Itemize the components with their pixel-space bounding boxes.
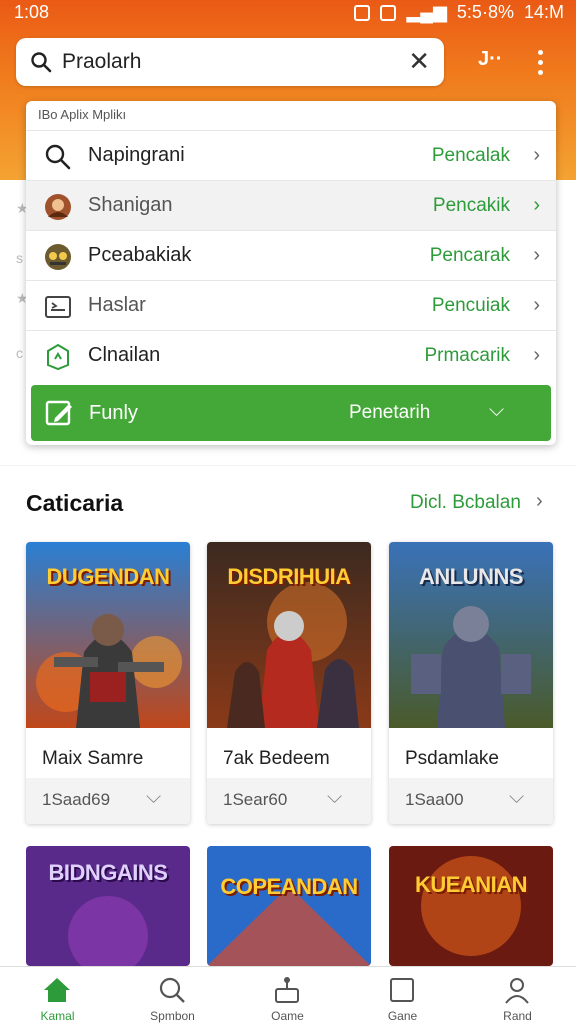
suggestion-label: Haslar xyxy=(88,294,146,316)
cover-title: KUEANIAN xyxy=(414,872,528,897)
highlight-action[interactable]: Penetarih xyxy=(349,402,430,424)
joystick-icon xyxy=(275,977,299,1003)
chevron-right-icon: › xyxy=(533,194,540,216)
avatar-icon xyxy=(45,194,71,220)
cover-title: DISDRIHUIA xyxy=(227,564,351,589)
suggestion-row[interactable]: Pceabakiak Pencarak › xyxy=(26,230,556,280)
game-card[interactable]: DISDRIHUIA 7ak Bedeem 1Sear60 ⌵ xyxy=(207,542,371,824)
game-card[interactable]: KUEANIAN xyxy=(389,846,553,966)
suggestion-label: Shanigan xyxy=(88,194,173,216)
suggestion-label: Pceabakiak xyxy=(88,244,192,266)
nav-label: Rand xyxy=(503,1009,532,1023)
nav-label: Oame xyxy=(271,1009,304,1023)
status-bar: 1:08 ▂▄▆ 5:5·8% 14:M xyxy=(0,0,576,26)
search-icon xyxy=(31,52,52,73)
game-card[interactable]: BIDNGAINS xyxy=(26,846,190,966)
game-meta: 1Sear60 xyxy=(223,790,288,809)
game-cover-image xyxy=(207,846,371,966)
suggestion-row[interactable]: Clnailan Prmacarik › xyxy=(26,330,556,380)
suggestion-row[interactable]: Napingrani Pencalak › xyxy=(26,130,556,180)
nav-item-square[interactable]: Gane xyxy=(345,967,460,1024)
chevron-right-icon: › xyxy=(533,244,540,266)
search-input[interactable]: Praolarh xyxy=(62,50,141,74)
status-icons: ▂▄▆ 5:5·8% 14:M xyxy=(354,2,564,23)
suggestion-action[interactable]: Pencarak xyxy=(430,245,510,267)
search-bar[interactable]: Praolarh ✕ xyxy=(16,38,444,86)
cover-title: COPEANDAN xyxy=(220,874,358,899)
message-icon xyxy=(380,4,397,21)
chevron-down-icon[interactable]: ⌵ xyxy=(509,786,524,809)
card-footer: 1Saad69 ⌵ xyxy=(26,778,190,824)
suggestion-row[interactable]: Haslar Pencuiak › xyxy=(26,280,556,330)
notification-icon xyxy=(354,4,371,21)
suggestion-label: Clnailan xyxy=(88,344,161,366)
game-card[interactable]: COPEANDAN xyxy=(207,846,371,966)
suggestion-action[interactable]: Pencalak xyxy=(432,145,510,167)
chevron-right-icon: › xyxy=(533,294,540,316)
nav-item-search[interactable]: Spmbon xyxy=(115,967,230,1024)
more-options-icon[interactable] xyxy=(532,50,548,78)
game-card[interactable]: ANLUNNS Psdamlake 1Saa00 ⌵ xyxy=(389,542,553,824)
search-icon xyxy=(45,144,71,170)
status-time: 1:08 xyxy=(14,2,50,22)
chevron-right-icon[interactable]: › xyxy=(536,490,543,513)
nav-item-game[interactable]: Oame xyxy=(230,967,345,1024)
cover-title: BIDNGAINS xyxy=(48,860,168,885)
status-clock: 14:M xyxy=(523,2,564,22)
nav-item-home[interactable]: Kamal xyxy=(0,967,115,1024)
chevron-right-icon: › xyxy=(533,144,540,166)
status-battery-text: 5:5·8% xyxy=(456,2,514,22)
nav-item-profile[interactable]: Rand xyxy=(460,967,575,1024)
highlight-row[interactable]: Funly Penetarih ⌵ xyxy=(31,385,551,441)
nav-label: Kamal xyxy=(40,1009,75,1023)
home-icon xyxy=(44,978,70,1002)
search-suggestions-dropdown: IBo Aplix Mplikı Napingrani Pencalak › S… xyxy=(26,101,556,445)
category-section: Caticaria Dicl. Bcbalan › DUGENDAN Maix … xyxy=(0,466,576,966)
dropdown-header: IBo Aplix Mplikı xyxy=(38,107,127,122)
game-card[interactable]: DUGENDAN Maix Samre 1Saad69 ⌵ xyxy=(26,542,190,824)
chevron-down-icon[interactable]: ⌵ xyxy=(489,399,504,422)
background-marker: c xyxy=(16,345,23,361)
edit-icon xyxy=(45,400,72,426)
cover-title: ANLUNNS xyxy=(418,564,524,589)
game-meta: 1Saa00 xyxy=(405,790,464,809)
suggestion-action[interactable]: Pencuiak xyxy=(432,295,510,317)
chevron-down-icon[interactable]: ⌵ xyxy=(327,786,342,809)
chevron-right-icon: › xyxy=(533,344,540,366)
game-title: Maix Samre xyxy=(42,748,144,769)
suggestion-row[interactable]: Shanigan Pencakik › xyxy=(26,180,556,230)
game-title: Psdamlake xyxy=(405,748,499,769)
background-marker: s xyxy=(16,250,23,266)
chevron-down-icon[interactable]: ⌵ xyxy=(146,786,161,809)
see-all-link[interactable]: Dicl. Bcbalan xyxy=(410,492,521,514)
game-meta: 1Saad69 xyxy=(42,790,111,809)
tag-icon xyxy=(47,343,69,371)
game-title: 7ak Bedeem xyxy=(223,748,330,769)
section-title: Caticaria xyxy=(26,490,124,516)
nav-label: Spmbon xyxy=(150,1009,195,1023)
profile-button[interactable]: J·· xyxy=(478,48,502,71)
highlight-label: Funly xyxy=(89,402,138,424)
bottom-navigation: Kamal Spmbon Oame Gane Rand xyxy=(0,966,576,1024)
search-icon xyxy=(159,977,185,1003)
person-icon xyxy=(505,978,529,1004)
suggestion-label: Napingrani xyxy=(88,144,185,166)
card-footer: 1Sear60 ⌵ xyxy=(207,778,371,824)
nav-label: Gane xyxy=(387,1009,418,1023)
signal-icon: ▂▄▆ xyxy=(406,2,447,22)
square-icon xyxy=(390,978,414,1002)
close-icon[interactable]: ✕ xyxy=(408,48,430,74)
game-cover-image xyxy=(389,846,553,966)
suggestion-action[interactable]: Prmacarik xyxy=(424,345,510,367)
suggestion-action[interactable]: Pencakik xyxy=(433,195,510,217)
game-icon xyxy=(45,244,71,270)
cover-title: DUGENDAN xyxy=(46,564,170,589)
image-icon xyxy=(45,296,71,318)
card-footer: 1Saa00 ⌵ xyxy=(389,778,553,824)
